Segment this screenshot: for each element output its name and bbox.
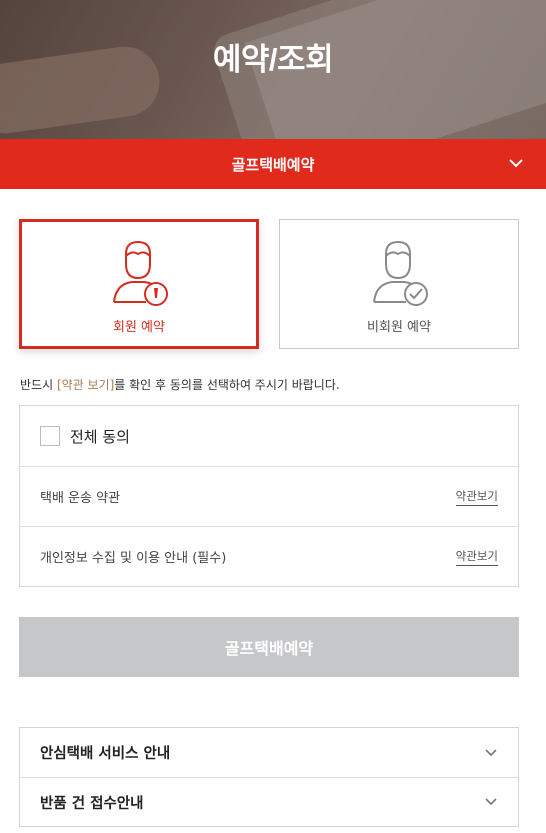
service-select-bar[interactable]: 골프택배예약 [0,139,546,189]
hero-banner: 예약/조회 [0,0,546,139]
view-terms-link-shipping[interactable]: 약관보기 [455,488,498,506]
golf-delivery-reserve-button[interactable]: 골프택배예약 [19,617,519,677]
terms-notice: 반드시 [약관 보기]를 확인 후 동의를 선택하여 주시기 바랍니다. [20,378,340,392]
agree-all-checkbox[interactable] [40,426,60,446]
terms-agreement-box: 전체 동의 택배 운송 약관 약관보기 개인정보 수집 및 이용 안내 (필수)… [19,405,519,587]
page-title: 예약/조회 [212,42,334,77]
member-icon [104,238,174,310]
term-row: 택배 운송 약관 약관보기 [20,466,518,526]
non-member-icon [364,238,434,310]
terms-notice-highlight: [약관 보기] [56,378,115,392]
member-reservation-label: 회원 예약 [113,320,165,335]
member-reservation-button[interactable]: 회원 예약 [19,219,259,349]
chevron-down-icon [485,798,497,806]
accordion-item-safe-delivery[interactable]: 안심택배 서비스 안내 [20,728,518,777]
non-member-reservation-label: 비회원 예약 [367,320,431,335]
accordion-item-return[interactable]: 반품 건 접수안내 [20,777,518,826]
view-terms-link-privacy[interactable]: 약관보기 [455,548,498,566]
non-member-reservation-button[interactable]: 비회원 예약 [279,219,519,349]
chevron-down-icon [485,748,497,756]
agree-all-label: 전체 동의 [70,427,130,446]
term-label-privacy: 개인정보 수집 및 이용 안내 (필수) [40,551,227,566]
info-accordion: 안심택배 서비스 안내 반품 건 접수안내 [19,727,519,827]
term-row: 개인정보 수집 및 이용 안내 (필수) 약관보기 [20,526,518,586]
term-label-shipping: 택배 운송 약관 [40,491,121,506]
service-select-label: 골프택배예약 [231,155,315,174]
chevron-down-icon [509,159,523,168]
agree-all-row: 전체 동의 [20,406,518,466]
